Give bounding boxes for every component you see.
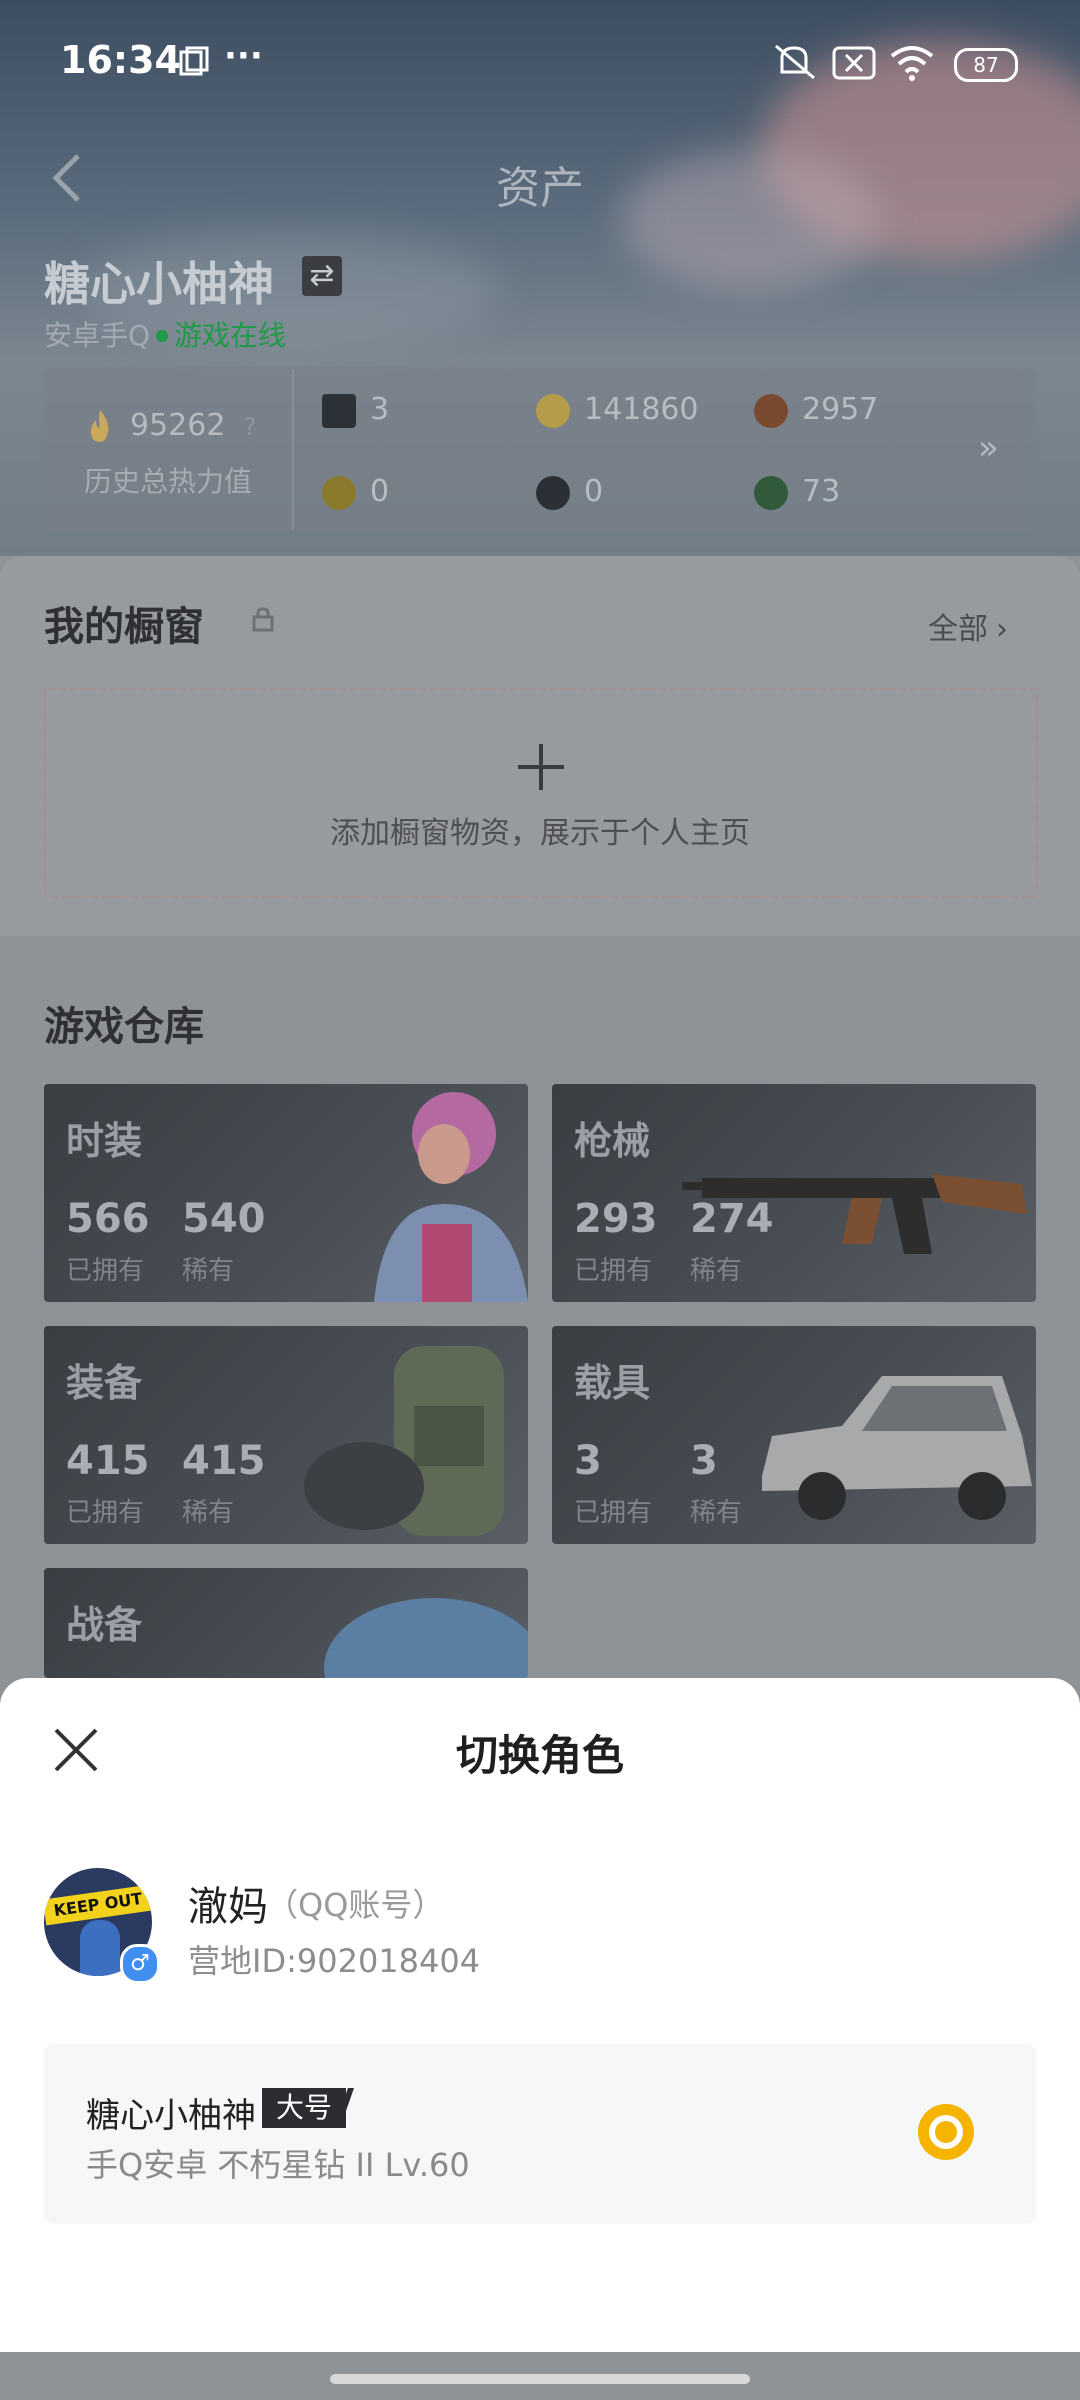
profile-platform: 安卓手Q (44, 319, 151, 352)
badge-slash-icon (334, 2088, 354, 2128)
stats-more-button[interactable]: » (978, 428, 999, 468)
gem-icon (754, 475, 788, 510)
battery-level: 87 (973, 53, 999, 77)
owned-count: 415 (66, 1438, 150, 1484)
more-dots: ··· (224, 36, 263, 76)
stat-item: 141860 (536, 392, 699, 428)
tile-title: 时装 (66, 1119, 143, 1163)
heat-label: 历史总热力值 (84, 465, 253, 498)
role-name: 糖心小柚神 (86, 2096, 256, 2136)
battery-icon: 87 (954, 48, 1018, 82)
sim-off-icon (832, 46, 876, 80)
mute-icon (775, 44, 815, 80)
account-type: （QQ账号） (266, 1886, 445, 1924)
online-dot (156, 330, 169, 342)
divider (292, 370, 294, 530)
heat-value: 95262? (130, 408, 257, 443)
rare-count: 540 (182, 1196, 266, 1242)
token-icon (536, 475, 570, 510)
category-tile-equipment[interactable]: 装备 415 415 已拥有 稀有 (44, 1326, 528, 1544)
owned-label: 已拥有 (66, 1256, 145, 1286)
rare-count: 3 (690, 1438, 718, 1484)
tile-title: 装备 (66, 1361, 143, 1405)
screen: 16:34 ··· 87 资产 糖心小柚神 ⇄ 安卓手Q 游戏在线 95262? … (0, 0, 1080, 2400)
status-bar: 16:34 ··· 87 (0, 0, 1080, 120)
online-status: 游戏在线 (174, 319, 287, 352)
tile-title: 载具 (574, 1361, 651, 1405)
help-icon: ? (243, 413, 257, 441)
stat-item: 2957 (754, 392, 878, 428)
rare-label: 稀有 (182, 1498, 235, 1528)
stat-item: 0 (536, 474, 603, 510)
owned-label: 已拥有 (574, 1256, 653, 1286)
category-tile-vehicles[interactable]: 载具 3 3 已拥有 稀有 (552, 1326, 1036, 1544)
profile-subtitle: 安卓手Q 游戏在线 (44, 314, 286, 354)
rare-count: 274 (690, 1196, 774, 1242)
wifi-icon (890, 46, 934, 81)
status-time: 16:34 (60, 38, 181, 82)
owned-count: 293 (574, 1196, 658, 1242)
rare-label: 稀有 (182, 1256, 235, 1286)
avatar-figure (80, 1920, 120, 1976)
backpack-helmet-image (304, 1346, 504, 1536)
role-info: 手Q安卓 不朽星钻 II Lv.60 (86, 2146, 470, 2184)
sheet-title: 切换角色 (455, 1731, 624, 1780)
character-image (374, 1092, 528, 1302)
showcase-title: 我的橱窗 (44, 604, 204, 650)
male-icon: ♂ (120, 1944, 160, 1984)
bronze-icon (754, 393, 788, 428)
add-showcase-text: 添加橱窗物资，展示于个人主页 (330, 816, 750, 851)
coin-icon (536, 393, 570, 428)
category-tile-fashion[interactable]: 时装 566 540 已拥有 稀有 (44, 1084, 528, 1302)
screen-record-icon (179, 46, 209, 76)
card-icon (322, 393, 356, 428)
page-title: 资产 (496, 163, 584, 214)
showcase-all-link[interactable]: 全部 › (928, 604, 1008, 648)
plus-icon (518, 744, 564, 790)
stat-item: 3 (322, 392, 389, 428)
tile-title: 枪械 (574, 1119, 651, 1163)
car-image (762, 1376, 1032, 1520)
swap-icon: ⇄ (309, 258, 335, 293)
rare-label: 稀有 (690, 1498, 743, 1528)
account-name: 澈妈 (188, 1884, 268, 1930)
badge-icon (322, 475, 356, 510)
owned-label: 已拥有 (574, 1498, 653, 1528)
stat-item: 73 (754, 474, 840, 510)
category-tile-guns[interactable]: 枪械 293 274 已拥有 稀有 (552, 1084, 1036, 1302)
supply-image (324, 1598, 528, 1678)
role-selected-radio[interactable] (918, 2104, 974, 2160)
swap-role-button[interactable]: ⇄ (302, 256, 342, 296)
owned-count: 566 (66, 1196, 150, 1242)
camp-id: 营地ID:902018404 (188, 1942, 481, 1980)
profile-name: 糖心小柚神 (44, 257, 274, 311)
stat-item: 0 (322, 474, 389, 510)
rare-label: 稀有 (690, 1256, 743, 1286)
warehouse-title: 游戏仓库 (44, 1004, 204, 1050)
add-showcase-box[interactable] (44, 688, 1038, 898)
home-indicator[interactable] (330, 2374, 750, 2384)
owned-label: 已拥有 (66, 1498, 145, 1528)
category-tile-supplies[interactable]: 战备 (44, 1568, 528, 1678)
chevron-right-icon: › (996, 612, 1008, 647)
tile-title: 战备 (66, 1603, 143, 1647)
flame-icon (90, 410, 109, 442)
lock-icon (252, 607, 274, 632)
owned-count: 3 (574, 1438, 602, 1484)
rare-count: 415 (182, 1438, 266, 1484)
